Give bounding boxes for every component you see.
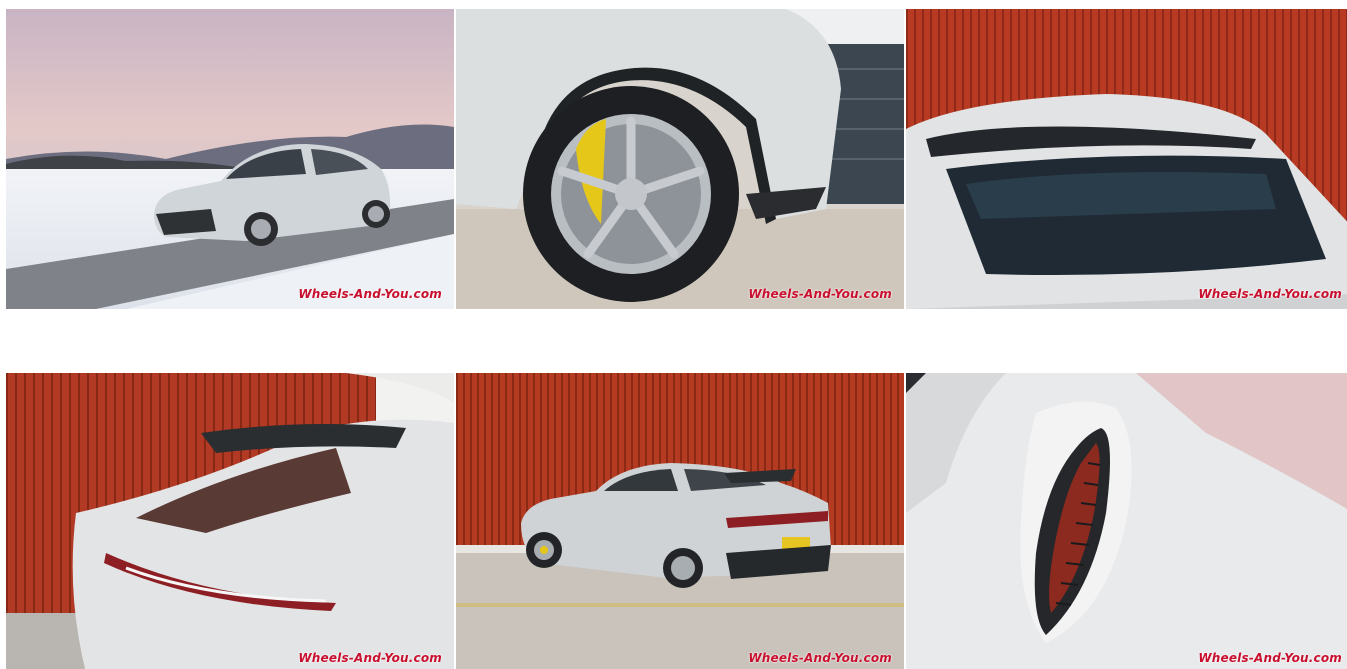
photo-taillight-closeup	[6, 373, 454, 669]
photo-gallery: Wheels-And-You.com Wheels-And-You.com Wh…	[0, 0, 1347, 669]
gallery-photo-5[interactable]: Wheels-And-You.com	[456, 373, 904, 669]
watermark-text: Wheels-And-You.com	[1198, 287, 1342, 301]
gallery-photo-4[interactable]: Wheels-And-You.com	[6, 373, 454, 669]
watermark-text: Wheels-And-You.com	[748, 287, 892, 301]
watermark-text: Wheels-And-You.com	[748, 651, 892, 665]
photo-rear-window	[906, 9, 1347, 309]
gallery-photo-2[interactable]: Wheels-And-You.com	[456, 9, 904, 309]
photo-suv-snow	[6, 9, 454, 309]
photo-suv-red-wall	[456, 373, 904, 669]
watermark-text: Wheels-And-You.com	[298, 651, 442, 665]
photo-wheel-closeup	[456, 9, 904, 309]
photo-hood-vent	[906, 373, 1347, 669]
gallery-photo-6[interactable]: Wheels-And-You.com	[906, 373, 1347, 669]
gallery-photo-1[interactable]: Wheels-And-You.com	[6, 9, 454, 309]
watermark-text: Wheels-And-You.com	[298, 287, 442, 301]
watermark-text: Wheels-And-You.com	[1198, 651, 1342, 665]
gallery-photo-3[interactable]: Wheels-And-You.com	[906, 9, 1347, 309]
